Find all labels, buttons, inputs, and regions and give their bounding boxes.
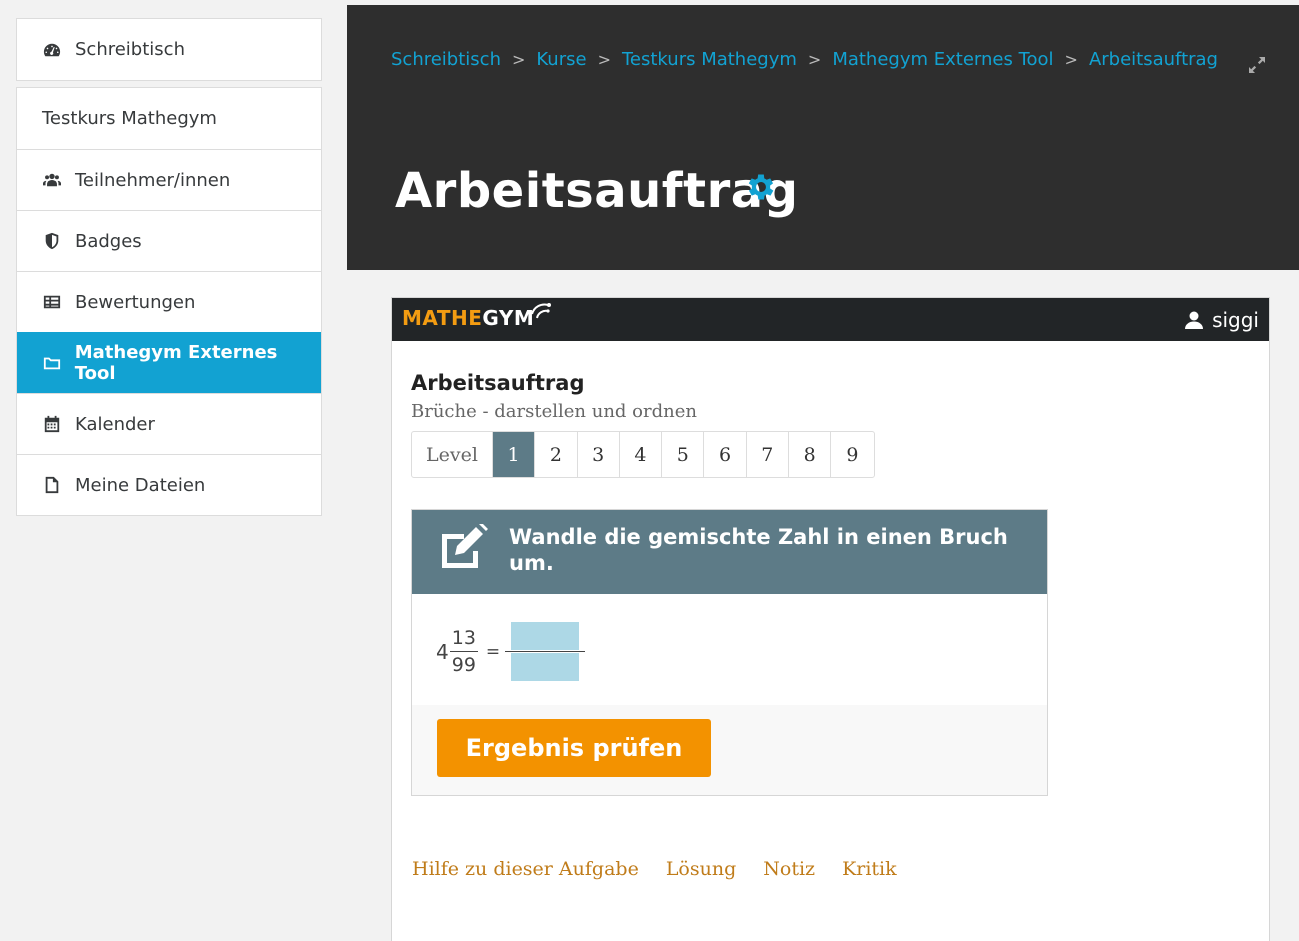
sidebar-item-label: Testkurs Mathegym <box>42 108 217 129</box>
sidebar-item-label: Kalender <box>75 413 155 435</box>
page-header: Schreibtisch > Kurse > Testkurs Mathegym… <box>347 5 1299 270</box>
level-button-2[interactable]: 2 <box>535 432 578 477</box>
breadcrumb-item[interactable]: Schreibtisch <box>391 49 501 70</box>
level-button-5[interactable]: 5 <box>662 432 705 477</box>
edit-icon <box>436 522 490 572</box>
level-button-8[interactable]: 8 <box>789 432 832 477</box>
answer-numerator-input[interactable] <box>511 622 580 650</box>
level-button-6[interactable]: 6 <box>704 432 747 477</box>
fraction-numerator: 13 <box>449 627 478 652</box>
sidebar-item-files[interactable]: Meine Dateien <box>17 454 321 515</box>
breadcrumb-item[interactable]: Testkurs Mathegym <box>622 49 797 70</box>
exercise-links: Hilfe zu dieser Aufgabe Lösung Notiz Kri… <box>412 858 924 880</box>
sidebar-item-participants[interactable]: Teilnehmer/innen <box>17 149 321 210</box>
logo-part-mathe: MATHE <box>402 306 483 330</box>
breadcrumb-item[interactable]: Mathegym Externes Tool <box>832 49 1053 70</box>
sidebar-item-mathegym-tool[interactable]: Mathegym Externes Tool <box>17 332 321 393</box>
sidebar-item-label: Badges <box>75 230 142 252</box>
level-label: Level <box>412 432 493 477</box>
sidebar-item-label: Mathegym Externes Tool <box>74 342 278 384</box>
level-selector: Level 1 2 3 4 5 6 7 8 9 <box>411 431 875 478</box>
breadcrumb-separator: > <box>807 50 822 69</box>
answer-denominator-input[interactable] <box>511 653 580 681</box>
shield-icon <box>42 231 62 251</box>
mathegym-frame: MATHEGYM siggi Arbeitsauftrag Brüche - d… <box>391 297 1270 941</box>
level-button-7[interactable]: 7 <box>747 432 789 477</box>
sidebar-item-calendar[interactable]: Kalender <box>17 393 321 454</box>
user-menu[interactable]: siggi <box>1184 308 1259 332</box>
sidebar-item-badges[interactable]: Badges <box>17 210 321 271</box>
critique-link[interactable]: Kritik <box>842 858 897 880</box>
mixed-fraction: 13 99 <box>449 627 478 676</box>
exercise-panel: Wandle die gemischte Zahl in einen Bruch… <box>411 509 1048 796</box>
exercise-header: Wandle die gemischte Zahl in einen Bruch… <box>412 510 1047 594</box>
gear-icon[interactable] <box>744 170 778 204</box>
sidebar-item-label: Schreibtisch <box>75 39 185 60</box>
sidebar-dashboard-box: Schreibtisch <box>16 18 322 81</box>
check-result-button[interactable]: Ergebnis prüfen <box>437 719 711 777</box>
table-icon <box>42 292 62 312</box>
mixed-whole: 4 <box>436 639 449 664</box>
task-heading: Arbeitsauftrag <box>411 371 585 395</box>
help-link[interactable]: Hilfe zu dieser Aufgabe <box>412 858 639 880</box>
calendar-icon <box>42 414 62 434</box>
breadcrumb-separator: > <box>1064 50 1078 69</box>
folder-icon <box>42 353 62 373</box>
level-button-9[interactable]: 9 <box>831 432 873 477</box>
logo-mark-icon <box>528 298 556 326</box>
file-icon <box>42 475 62 495</box>
sidebar-item-label: Teilnehmer/innen <box>75 169 231 191</box>
dashboard-icon <box>42 40 62 60</box>
page-title: Arbeitsauftrag <box>395 163 799 219</box>
user-icon <box>1185 311 1204 329</box>
mathegym-topbar: MATHEGYM siggi <box>392 298 1269 341</box>
user-name: siggi <box>1212 308 1259 332</box>
sidebar-item-course[interactable]: Testkurs Mathegym <box>17 88 321 149</box>
equals-sign: = <box>485 641 501 662</box>
breadcrumb-item[interactable]: Arbeitsauftrag <box>1089 49 1218 70</box>
level-button-1[interactable]: 1 <box>492 432 536 477</box>
sidebar-item-label: Bewertungen <box>75 291 196 313</box>
logo-part-gym: GYM <box>482 306 535 330</box>
users-icon <box>42 170 62 190</box>
mathegym-logo[interactable]: MATHEGYM <box>402 306 534 330</box>
fraction-denominator: 99 <box>451 654 476 676</box>
answer-fraction-bar <box>505 651 586 652</box>
breadcrumb-item[interactable]: Kurse <box>536 49 586 70</box>
note-link[interactable]: Notiz <box>763 858 815 880</box>
sidebar-item-schreibtisch[interactable]: Schreibtisch <box>17 19 321 80</box>
breadcrumb-separator: > <box>511 50 526 69</box>
sidebar-course-box: Testkurs Mathegym Teilnehmer/innen Badge… <box>16 87 322 516</box>
mixed-number-equation: 4 13 99 = <box>436 622 586 681</box>
sidebar-item-grades[interactable]: Bewertungen <box>17 271 321 332</box>
exercise-body: 4 13 99 = <box>412 594 1047 705</box>
expand-icon[interactable] <box>1247 55 1267 75</box>
breadcrumb-separator: > <box>597 50 611 69</box>
task-topic: Brüche - darstellen und ordnen <box>411 401 697 422</box>
level-button-3[interactable]: 3 <box>578 432 620 477</box>
level-button-4[interactable]: 4 <box>620 432 663 477</box>
solution-link[interactable]: Lösung <box>666 858 736 880</box>
answer-fraction <box>505 622 586 681</box>
exercise-instruction: Wandle die gemischte Zahl in einen Bruch… <box>509 525 1008 575</box>
breadcrumb: Schreibtisch > Kurse > Testkurs Mathegym… <box>391 49 1218 70</box>
sidebar: Schreibtisch Testkurs Mathegym Teilnehme… <box>16 18 322 516</box>
sidebar-item-label: Meine Dateien <box>75 474 206 496</box>
